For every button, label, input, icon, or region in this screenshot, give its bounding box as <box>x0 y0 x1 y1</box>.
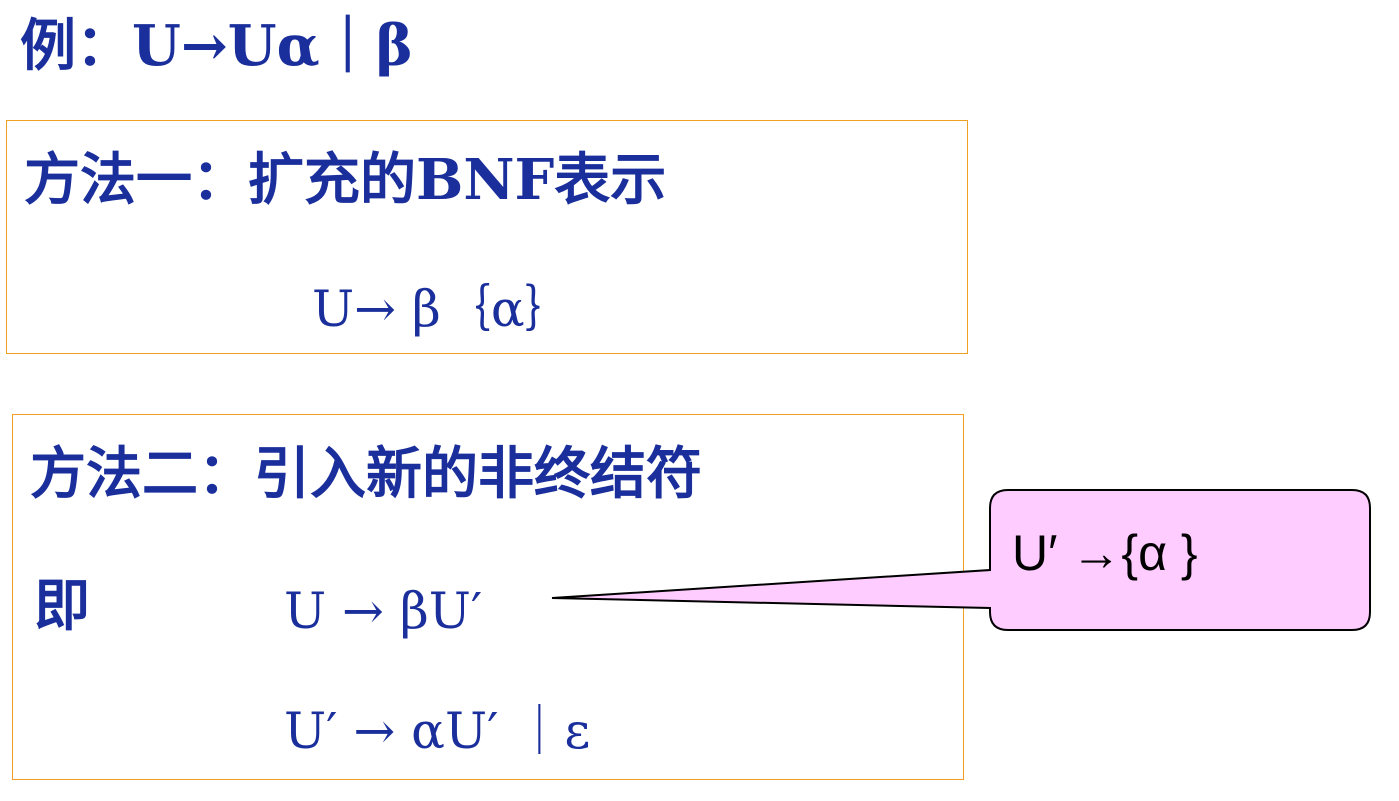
callout-shape <box>551 489 1371 631</box>
callout-text: U′ →{α } <box>1012 525 1198 581</box>
callout-bubble <box>551 489 1371 631</box>
